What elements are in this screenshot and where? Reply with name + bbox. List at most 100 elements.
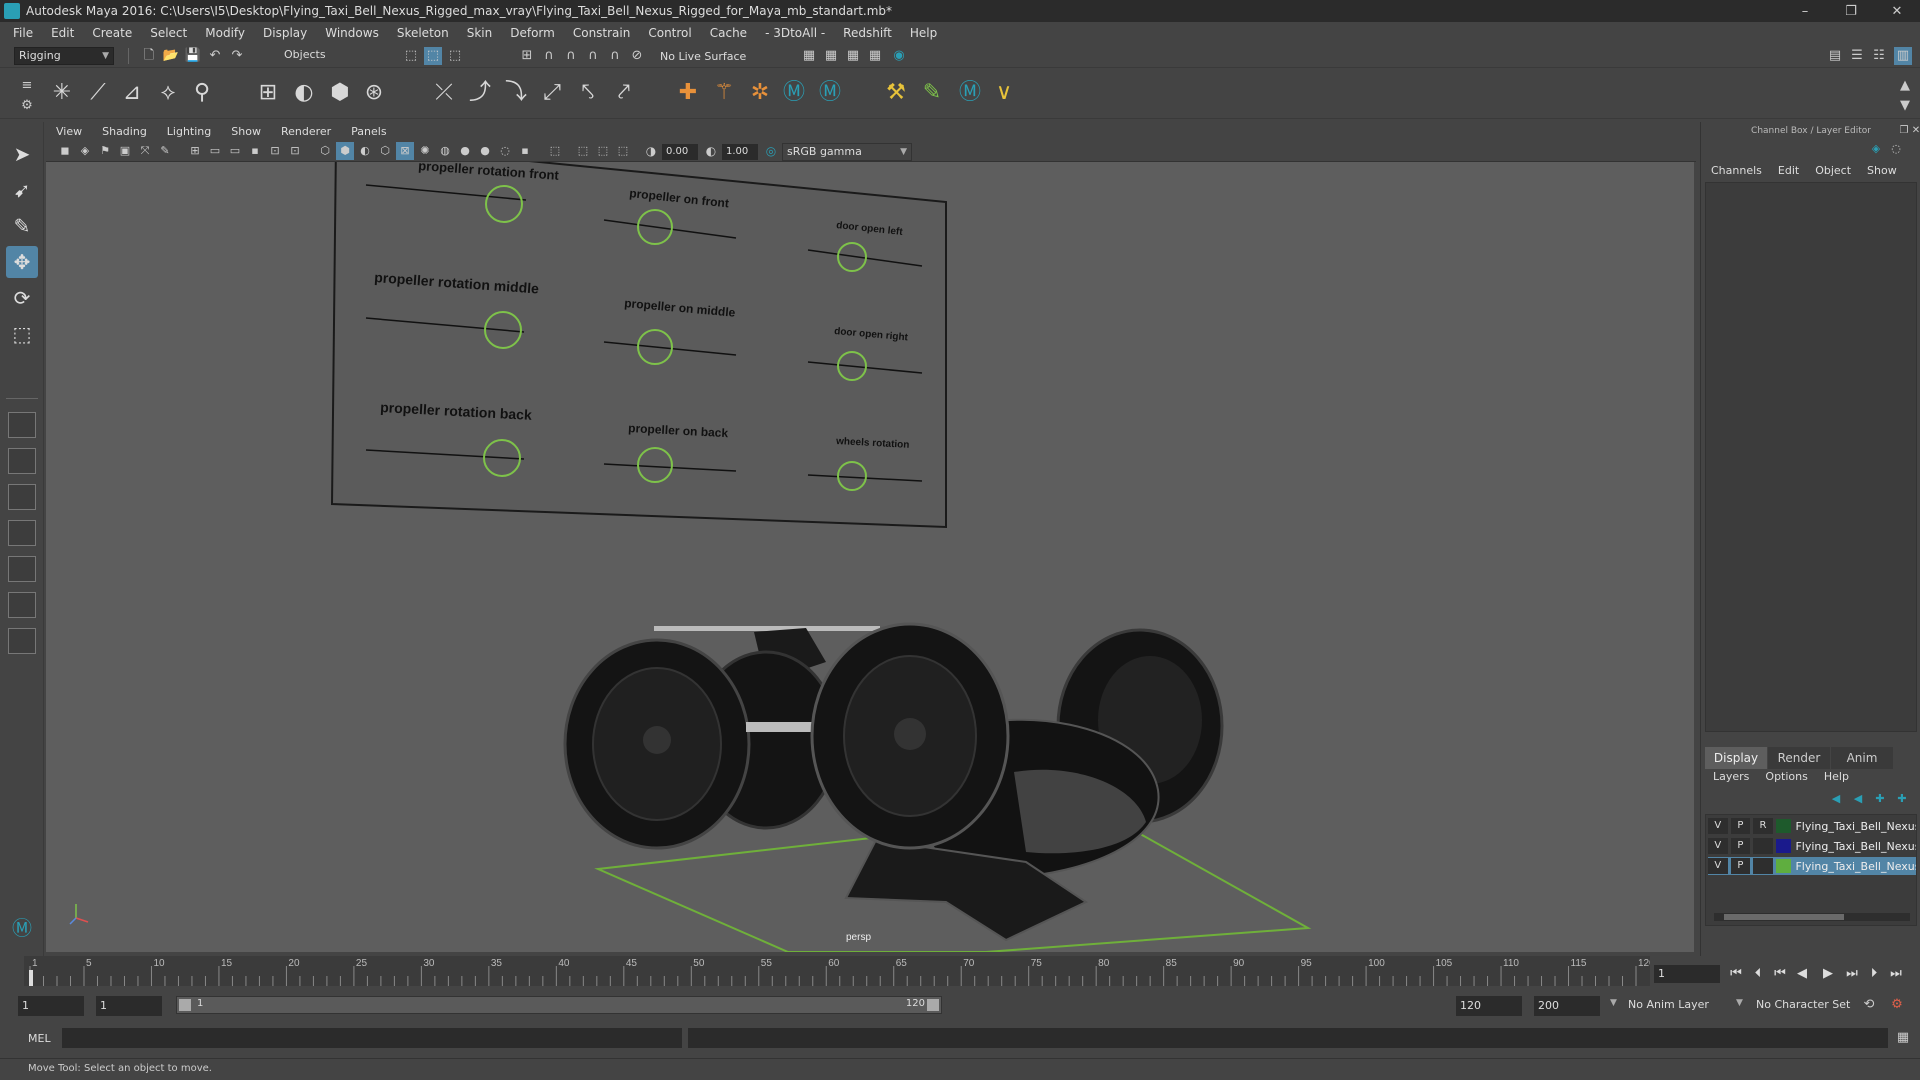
film-gate-icon[interactable]: ▭ bbox=[206, 142, 224, 160]
xray-joints-icon[interactable]: ⬚ bbox=[574, 142, 592, 160]
camera-attributes-icon[interactable]: ◈ bbox=[76, 142, 94, 160]
textured-icon[interactable]: ✺ bbox=[416, 142, 434, 160]
step-forward-frame-icon[interactable]: ⏵ bbox=[1864, 964, 1884, 984]
aim-constraint-icon[interactable]: ⤣ bbox=[572, 77, 604, 109]
go-to-start-icon[interactable]: ⏮ bbox=[1726, 964, 1746, 984]
point-constraint-icon[interactable]: ⤴ bbox=[464, 77, 496, 109]
select-tool-icon[interactable]: ➤ bbox=[6, 138, 38, 170]
skin-tool-icon[interactable]: ⚒ bbox=[880, 77, 912, 109]
menu-redshift[interactable]: Redshift bbox=[834, 26, 901, 40]
mesh-icon[interactable]: Ⓜ bbox=[954, 77, 986, 109]
paint-select-icon[interactable]: ✎ bbox=[6, 210, 38, 242]
undo-icon[interactable]: ↶ bbox=[206, 47, 224, 65]
menu-constrain[interactable]: Constrain bbox=[564, 26, 640, 40]
move-layer-down-icon[interactable]: ◀ bbox=[1849, 790, 1867, 808]
layer-reference-toggle[interactable] bbox=[1753, 858, 1773, 874]
use-default-material-icon[interactable]: ◐ bbox=[356, 142, 374, 160]
chevron-down-icon[interactable]: ▼ bbox=[1736, 998, 1743, 1008]
time-slider[interactable]: 1 5 10 15 20 25 30 35 40 45 50 55 60 65 70 75 80 85 90 95 10… bbox=[24, 956, 1650, 986]
step-forward-key-icon[interactable]: ⏭ bbox=[1842, 964, 1862, 984]
redo-icon[interactable]: ↷ bbox=[228, 47, 246, 65]
layer-color-swatch[interactable] bbox=[1775, 839, 1792, 853]
menu-windows[interactable]: Windows bbox=[316, 26, 388, 40]
snap-grid-icon[interactable]: ⊞ bbox=[518, 47, 536, 65]
layer-playback-toggle[interactable]: P bbox=[1730, 818, 1751, 834]
snap-point-icon[interactable]: ∩ bbox=[562, 47, 580, 65]
shelf-settings-icon[interactable]: ⚙ bbox=[18, 97, 36, 115]
exposure-field[interactable]: 0.00 bbox=[662, 144, 698, 160]
animation-preferences-icon[interactable]: ⚙ bbox=[1888, 996, 1906, 1014]
save-scene-icon[interactable]: 💾 bbox=[184, 47, 202, 65]
grease-pencil-icon[interactable]: ✎ bbox=[156, 142, 174, 160]
new-layer-selected-icon[interactable]: ✚ bbox=[1893, 790, 1911, 808]
grid-toggle-icon[interactable]: ⊞ bbox=[186, 142, 204, 160]
xray-icon[interactable]: ⊠ bbox=[396, 142, 414, 160]
attribute-editor-icon[interactable]: ☰ bbox=[1848, 47, 1866, 65]
ik-handle-icon[interactable]: ⟋ bbox=[82, 77, 114, 109]
menu-create[interactable]: Create bbox=[83, 26, 141, 40]
layer-playback-toggle[interactable]: P bbox=[1730, 858, 1751, 874]
ipr-render-icon[interactable]: ▦ bbox=[844, 47, 862, 65]
tab-anim[interactable]: Anim bbox=[1831, 747, 1893, 769]
new-layer-icon[interactable]: ✚ bbox=[1871, 790, 1889, 808]
ik-spline-icon[interactable]: ⊿ bbox=[116, 77, 148, 109]
new-scene-icon[interactable]: 🗋 bbox=[140, 47, 158, 65]
move-tool-icon[interactable]: ✥ bbox=[6, 246, 38, 278]
hypershade-layout-icon[interactable] bbox=[8, 592, 36, 618]
current-time-marker[interactable] bbox=[29, 970, 33, 986]
range-handle-end[interactable] bbox=[927, 999, 939, 1011]
menu-skin[interactable]: Skin bbox=[458, 26, 502, 40]
range-handle-start[interactable] bbox=[179, 999, 191, 1011]
lights-icon[interactable]: ◍ bbox=[436, 142, 454, 160]
restore-button[interactable]: ❐ bbox=[1828, 0, 1874, 22]
go-to-end-icon[interactable]: ⏭ bbox=[1886, 964, 1906, 984]
cb-menu-edit[interactable]: Edit bbox=[1778, 164, 1799, 177]
exposure-icon[interactable]: ◑ bbox=[642, 142, 660, 160]
animation-end-field[interactable]: 200 bbox=[1534, 996, 1600, 1016]
select-mode-dropdown[interactable]: Objects bbox=[280, 47, 380, 65]
motion-blur-icon[interactable]: ◌ bbox=[496, 142, 514, 160]
graph-layout-icon[interactable] bbox=[8, 556, 36, 582]
perspective-viewport[interactable]: propeller rotation front propeller on fr… bbox=[46, 162, 1694, 952]
cluster-icon[interactable]: ⊛ bbox=[358, 77, 390, 109]
quick-rig-icon[interactable]: Ⓜ bbox=[814, 77, 846, 109]
pole-vector-icon[interactable]: ⤤ bbox=[608, 77, 640, 109]
field-chart-icon[interactable]: ⊡ bbox=[266, 142, 284, 160]
safe-action-icon[interactable]: ⊡ bbox=[286, 142, 304, 160]
play-forwards-icon[interactable]: ▶ bbox=[1818, 964, 1838, 984]
layer-reference-toggle[interactable] bbox=[1753, 838, 1773, 854]
anim-layer-dropdown[interactable]: No Anim Layer bbox=[1628, 998, 1709, 1011]
layer-color-swatch[interactable] bbox=[1775, 859, 1792, 873]
single-pane-layout-icon[interactable] bbox=[8, 412, 36, 438]
panel-close-icon[interactable]: ✕ bbox=[1907, 122, 1920, 140]
layer-visibility-toggle[interactable]: V bbox=[1708, 818, 1728, 834]
menu-modify[interactable]: Modify bbox=[196, 26, 254, 40]
gamma-icon[interactable]: ◐ bbox=[702, 142, 720, 160]
layer-visibility-toggle[interactable]: V bbox=[1708, 838, 1728, 854]
render-frame-icon[interactable]: ▦ bbox=[822, 47, 840, 65]
color-space-dropdown[interactable]: sRGB gamma ▼ bbox=[782, 143, 912, 161]
scale-tool-icon[interactable]: ⬚ bbox=[6, 318, 38, 350]
shelf-scroll-up-icon[interactable]: ▲ bbox=[1896, 77, 1914, 95]
human-ik-icon[interactable]: Ⓜ bbox=[778, 77, 810, 109]
wireframe-icon[interactable]: ⬡ bbox=[316, 142, 334, 160]
color-management-icon[interactable]: ◎ bbox=[762, 142, 780, 160]
menu-help[interactable]: Help bbox=[901, 26, 946, 40]
playback-end-field[interactable]: 120 bbox=[1456, 996, 1522, 1016]
layer-visibility-toggle[interactable]: V bbox=[1708, 858, 1728, 874]
command-input[interactable] bbox=[62, 1028, 682, 1048]
panel-menu-shading[interactable]: Shading bbox=[92, 125, 157, 138]
snap-live-icon[interactable]: ⊘ bbox=[628, 47, 646, 65]
move-layer-up-icon[interactable]: ◀ bbox=[1827, 790, 1845, 808]
script-editor-icon[interactable]: ▦ bbox=[1894, 1029, 1912, 1047]
shadows-icon[interactable]: ● bbox=[456, 142, 474, 160]
menu-deform[interactable]: Deform bbox=[501, 26, 564, 40]
pin-icon[interactable]: ∨ bbox=[988, 77, 1020, 109]
camera-select-icon[interactable]: ◼ bbox=[56, 142, 74, 160]
close-button[interactable]: ✕ bbox=[1874, 0, 1920, 22]
backface-icon[interactable]: ⬚ bbox=[614, 142, 632, 160]
hypershade-icon[interactable]: ◉ bbox=[890, 47, 908, 65]
auto-key-icon[interactable]: ⟲ bbox=[1860, 996, 1878, 1014]
orient-constraint-icon[interactable]: ⤵ bbox=[500, 77, 532, 109]
paint-weights-icon[interactable]: ◐ bbox=[288, 77, 320, 109]
